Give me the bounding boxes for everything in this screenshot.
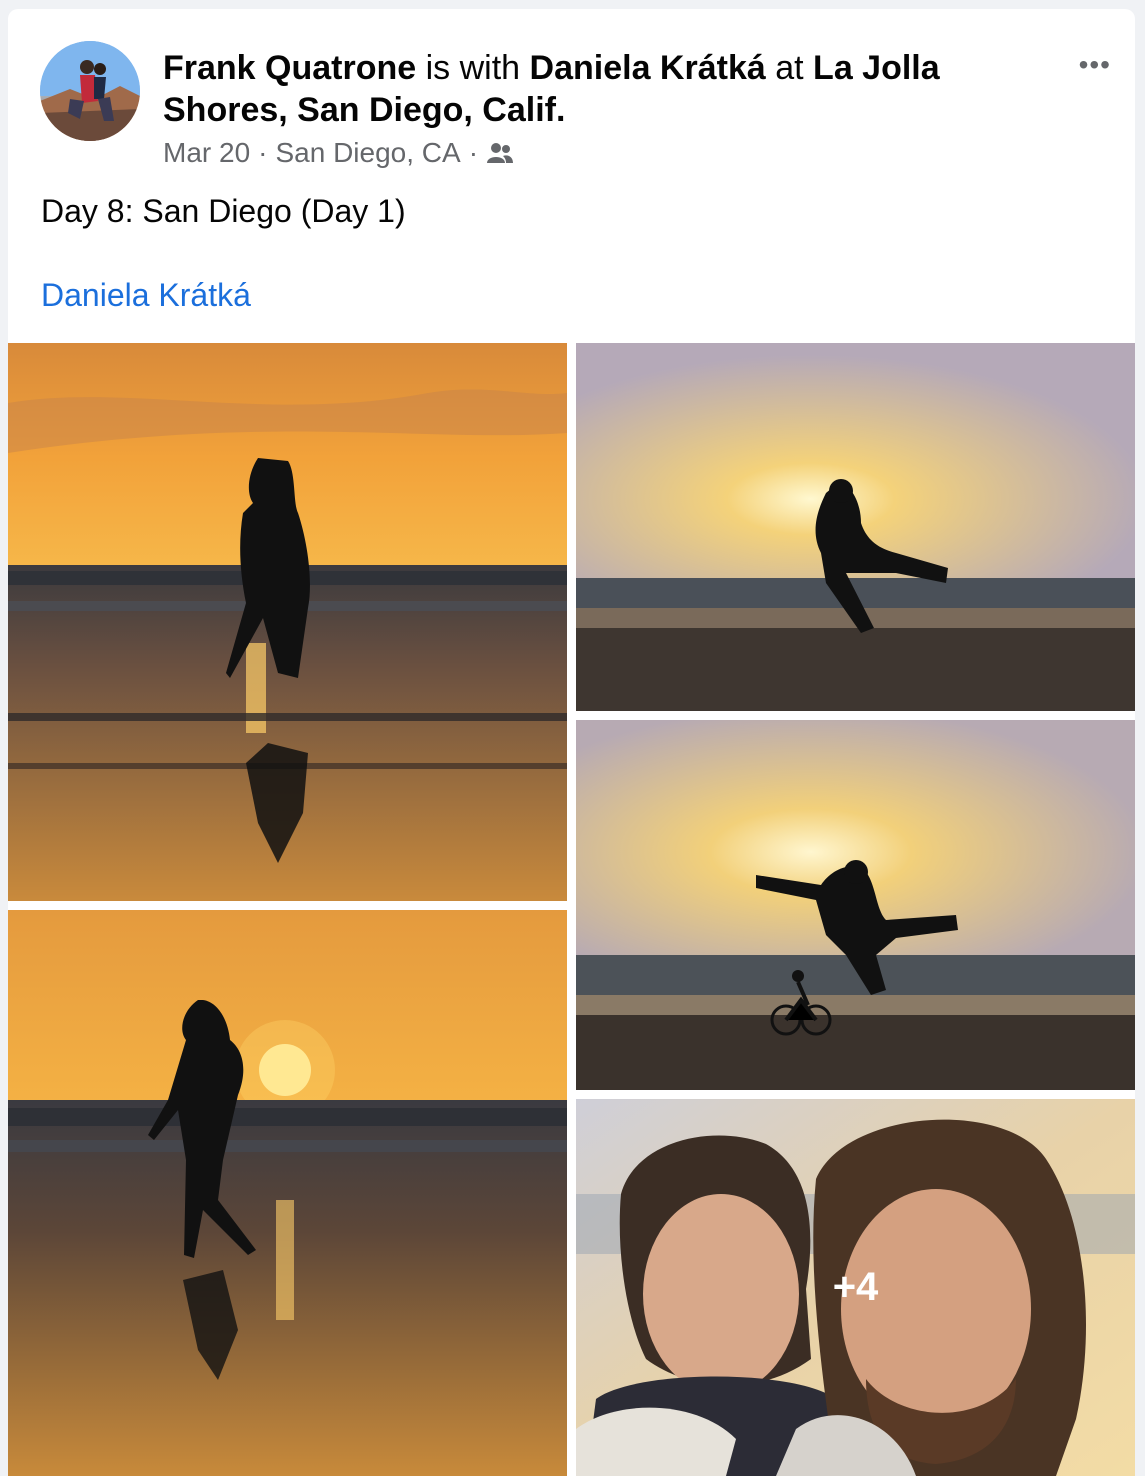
more-photos-count[interactable]: +4 — [576, 1099, 1135, 1476]
photo-1[interactable] — [8, 343, 567, 901]
more-options-icon[interactable]: ••• — [1079, 49, 1111, 81]
meta-separator: · — [468, 137, 479, 168]
tagged-name[interactable]: Daniela Krátká — [530, 49, 766, 87]
author-name[interactable]: Frank Quatrone — [163, 49, 416, 87]
post-header: Frank Quatrone is with Daniela Krátká at… — [163, 47, 1043, 131]
post-card: Frank Quatrone is with Daniela Krátká at… — [8, 9, 1135, 1476]
post-body: Day 8: San Diego (Day 1) — [41, 193, 406, 229]
author-avatar[interactable] — [40, 41, 140, 141]
post-meta: Mar 20 · San Diego, CA · — [163, 137, 514, 169]
meta-separator: · — [258, 137, 268, 168]
friends-icon[interactable] — [486, 141, 514, 165]
with-text: is with — [425, 49, 521, 87]
photo-5[interactable]: +4 — [576, 1099, 1135, 1476]
photo-2[interactable] — [576, 343, 1135, 711]
photo-3[interactable] — [8, 910, 567, 1476]
post-place[interactable]: San Diego, CA — [275, 137, 460, 169]
photo-4[interactable] — [576, 720, 1135, 1090]
at-text: at — [775, 49, 804, 87]
post-date[interactable]: Mar 20 — [163, 137, 250, 169]
tagged-link[interactable]: Daniela Krátká — [41, 277, 251, 314]
